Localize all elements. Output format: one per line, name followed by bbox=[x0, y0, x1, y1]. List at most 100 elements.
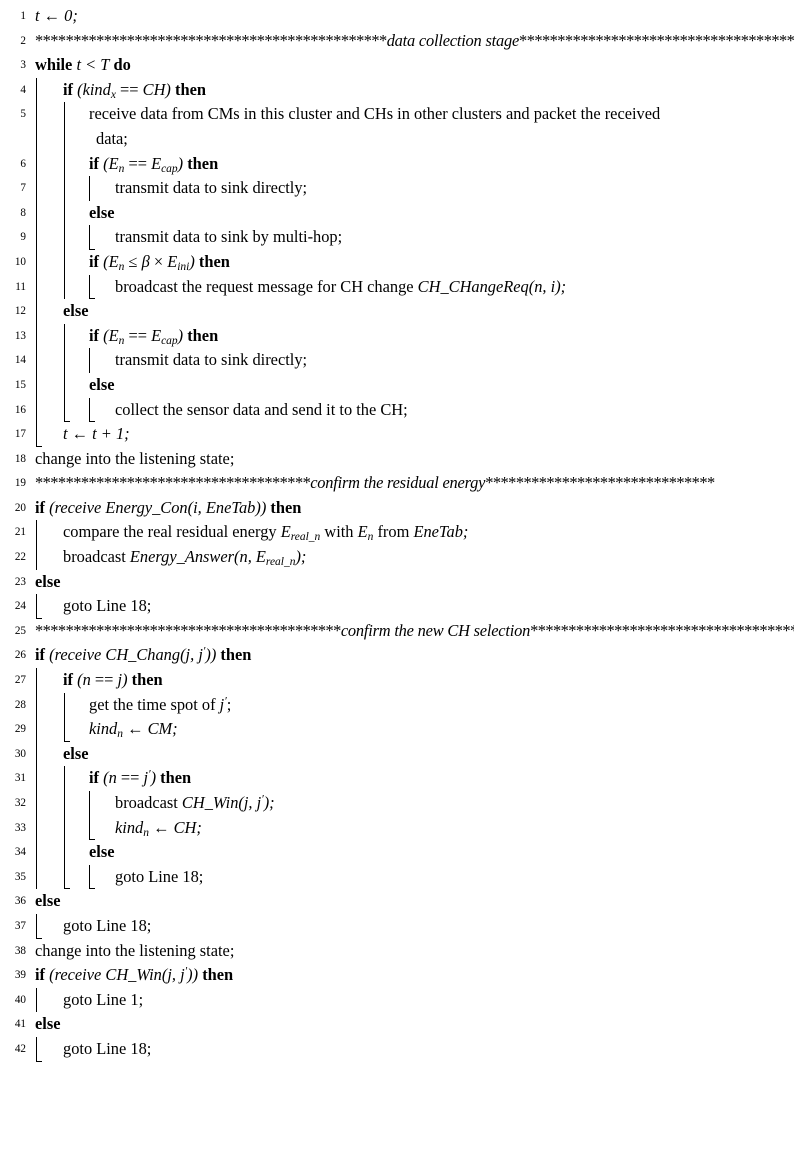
line-number: 15 bbox=[14, 378, 26, 391]
algorithm-block: 1 t ← 0; 2 *****************************… bbox=[0, 0, 794, 1062]
indent-rail-1 bbox=[36, 176, 37, 201]
algorithm-line: 20 if (receive Energy_Con(i, EneTab)) th… bbox=[0, 496, 794, 521]
line-number: 10 bbox=[14, 255, 26, 268]
statement-transmit-direct: transmit data to sink directly; bbox=[115, 178, 308, 198]
indent-rail-1-end bbox=[35, 422, 42, 447]
keyword-if: if bbox=[89, 153, 100, 173]
indent-rail-1-end bbox=[35, 913, 42, 939]
indent-rail-1 bbox=[36, 274, 37, 300]
indent-rail-1 bbox=[36, 397, 37, 423]
algorithm-line: 23 else bbox=[0, 570, 794, 595]
statement-receive-data: receive data from CMs in this cluster an… bbox=[89, 104, 661, 124]
keyword-then: then bbox=[160, 768, 192, 788]
indent-rail-1 bbox=[36, 791, 37, 816]
algorithm-line: 1 t ← 0; bbox=[0, 4, 794, 29]
indent-rail-2 bbox=[64, 840, 65, 865]
algorithm-line: 30 else bbox=[0, 741, 794, 767]
line-body: if (n == j′) then bbox=[26, 766, 794, 791]
statement-broadcast-energy-answer: broadcast Energy_Answer(n, Ereal_n); bbox=[35, 545, 794, 570]
algorithm-line: 10 if (En ≤ β × Eini) then bbox=[0, 249, 794, 275]
line-body: kindn ← CM; bbox=[26, 717, 794, 742]
asterisk-run-right: ************************************** bbox=[530, 620, 794, 640]
indent-rail-1 bbox=[36, 815, 37, 841]
separator-label: data collection stage bbox=[386, 30, 520, 50]
asterisk-run-right: ****************************** bbox=[485, 473, 715, 493]
keyword-if: if bbox=[63, 79, 74, 99]
line-number: 9 bbox=[20, 231, 26, 244]
asterisk-run-left: ****************************************… bbox=[35, 30, 387, 50]
indent-rail-1 bbox=[36, 323, 37, 349]
line-number: 26 bbox=[14, 649, 26, 662]
line-body: goto Line 18; bbox=[26, 1036, 794, 1062]
indent-rail-1-end bbox=[35, 594, 42, 619]
statement-text: broadcast bbox=[63, 547, 126, 567]
statement-change-listening-state: change into the listening state; bbox=[35, 448, 235, 468]
keyword-else: else bbox=[35, 891, 61, 911]
line-number: 20 bbox=[14, 501, 26, 514]
indent-rail-1 bbox=[36, 225, 37, 250]
line-number: 38 bbox=[14, 944, 26, 957]
asterisk-run-right: ****************************************… bbox=[519, 30, 794, 50]
line-body: get the time spot of j′; bbox=[26, 692, 794, 718]
indent-rail-2 bbox=[64, 766, 65, 791]
indent-rail-3-end bbox=[88, 815, 95, 841]
line-number: 33 bbox=[14, 821, 26, 834]
line-number: 42 bbox=[14, 1042, 26, 1055]
line-number: 40 bbox=[14, 993, 26, 1006]
statement-change-listening-state-2: change into the listening state; bbox=[35, 940, 235, 960]
statement-text: broadcast bbox=[115, 793, 178, 812]
indent-rail-1 bbox=[36, 545, 37, 570]
indent-rail-1 bbox=[36, 249, 37, 275]
line-body: goto Line 18; bbox=[26, 864, 794, 890]
keyword-if: if bbox=[35, 497, 46, 517]
indent-rail-2 bbox=[64, 323, 65, 349]
line-body: change into the listening state; bbox=[26, 939, 794, 964]
algorithm-line: 36 else bbox=[0, 889, 794, 914]
algorithm-line: 32 broadcast CH_Win(j, j′); bbox=[0, 791, 794, 816]
line-body: transmit data to sink directly; bbox=[26, 176, 794, 201]
indent-rail-2 bbox=[64, 372, 65, 398]
line-number: 39 bbox=[14, 969, 26, 982]
algorithm-line: 13 if (En == Ecap) then bbox=[0, 323, 794, 349]
indent-rail-2 bbox=[64, 176, 65, 201]
keyword-while: while bbox=[35, 55, 73, 75]
line-body: if (n == j) then bbox=[26, 668, 794, 693]
statement-if-en-ecap: if (En == Ecap) then bbox=[35, 152, 794, 177]
if-condition: (n == j′) bbox=[103, 768, 157, 788]
indent-rail-2-end bbox=[63, 397, 70, 423]
algorithm-line: 22 broadcast Energy_Answer(n, Ereal_n); bbox=[0, 545, 794, 570]
statement-goto-line-1: goto Line 1; bbox=[63, 989, 144, 1009]
keyword-then: then bbox=[175, 79, 206, 99]
line-number: 24 bbox=[14, 600, 26, 613]
line-body: t ← t + 1; bbox=[26, 422, 794, 447]
keyword-else: else bbox=[35, 1014, 61, 1034]
line-body: if (En == Ecap) then bbox=[26, 323, 794, 349]
indent-rail-1 bbox=[36, 692, 37, 718]
line-body: else bbox=[26, 741, 794, 767]
indent-rail-1 bbox=[36, 77, 37, 103]
line-number: 37 bbox=[14, 919, 26, 932]
line-body: else bbox=[26, 372, 794, 398]
line-number: 1 bbox=[20, 10, 26, 22]
indent-rail-2 bbox=[64, 200, 65, 226]
line-number: 2 bbox=[20, 34, 26, 47]
statement-compare-residual-energy: compare the real residual energy Ereal_n… bbox=[35, 520, 794, 545]
line-body: goto Line 18; bbox=[26, 594, 794, 619]
keyword-else: else bbox=[89, 374, 115, 394]
if-condition: (receive CH_Chang(j, j′)) bbox=[49, 645, 217, 665]
statement-transmit-multihop: transmit data to sink by multi-hop; bbox=[115, 227, 343, 247]
statement-goto-line-18: goto Line 18; bbox=[115, 866, 204, 886]
line-body: receive data from CMs in this cluster an… bbox=[26, 102, 794, 152]
keyword-do: do bbox=[113, 55, 131, 75]
separator-label: confirm the residual energy bbox=[310, 473, 486, 493]
indent-rail-2 bbox=[64, 249, 65, 275]
statement-broadcast-ch-win: broadcast CH_Win(j, j′); bbox=[35, 791, 794, 816]
keyword-if: if bbox=[35, 965, 46, 985]
line-body: if (receive CH_Chang(j, j′)) then bbox=[26, 643, 794, 668]
indent-rail-3 bbox=[89, 348, 90, 373]
algorithm-line: 3 while t < T do bbox=[0, 53, 794, 78]
statement-kind-n-assign-ch: kindn ← CH; bbox=[115, 817, 202, 839]
keyword-else: else bbox=[35, 571, 61, 591]
line-body: else bbox=[26, 840, 794, 865]
line-body: change into the listening state; bbox=[26, 447, 794, 472]
